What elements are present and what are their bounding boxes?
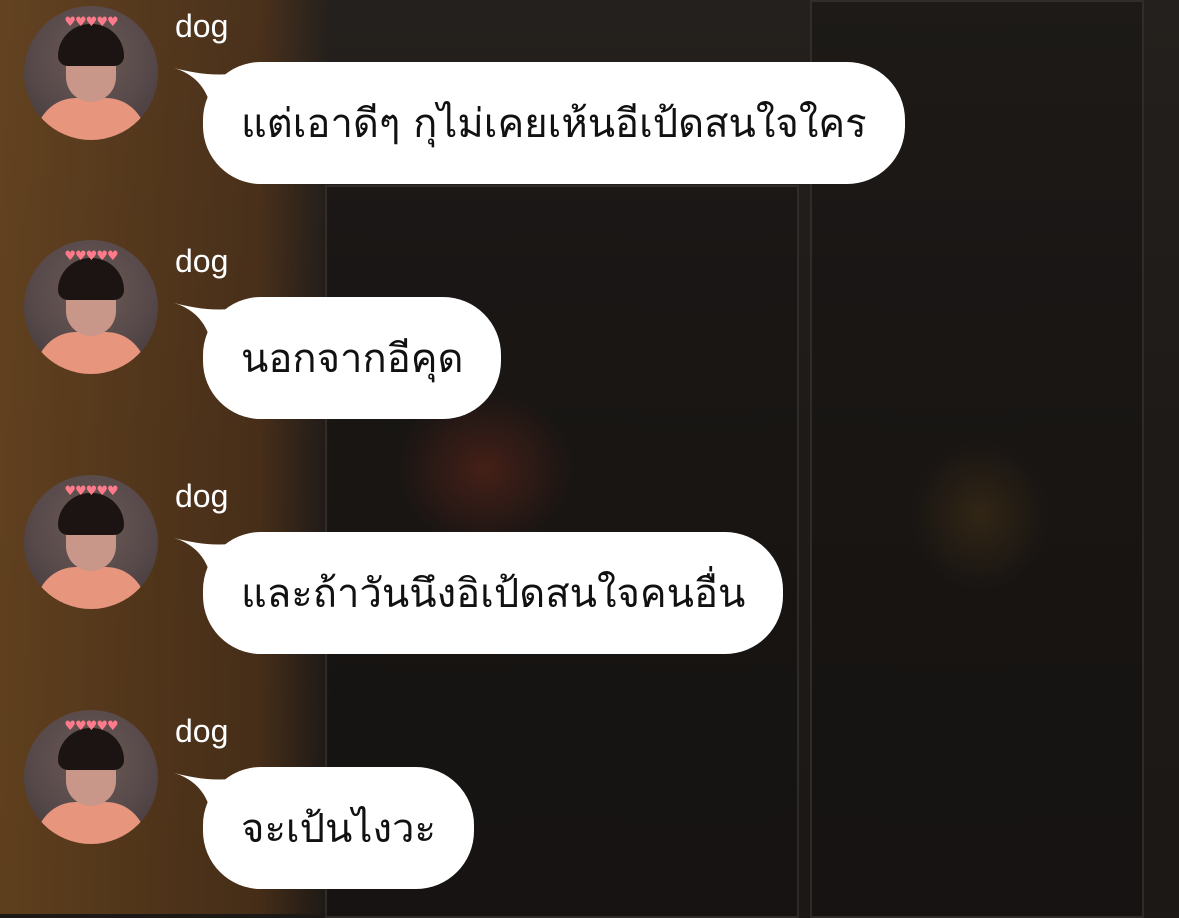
heart-crown-icon: ♥♥♥♥♥ (64, 15, 118, 30)
avatar[interactable]: ♥♥♥♥♥ (24, 240, 158, 374)
message-bubble[interactable]: นอกจากอีคุด (203, 297, 502, 419)
heart-crown-icon: ♥♥♥♥♥ (64, 484, 118, 499)
avatar[interactable]: ♥♥♥♥♥ (24, 475, 158, 609)
heart-crown-icon: ♥♥♥♥♥ (64, 249, 118, 264)
sender-name: dog (175, 243, 229, 279)
avatar[interactable]: ♥♥♥♥♥ (24, 6, 158, 140)
heart-crown-icon: ♥♥♥♥♥ (64, 719, 118, 734)
message-bubble[interactable]: จะเป้นไงวะ (203, 767, 474, 889)
message-bubble[interactable]: แต่เอาดีๆ กุไม่เคยเห้นอีเป้ดสนใจใคร (203, 62, 905, 184)
sender-name: dog (175, 713, 229, 749)
message-bubble[interactable]: และถ้าวันนึงอิเป้ดสนใจคนอื่น (203, 532, 784, 654)
sender-name: dog (175, 478, 229, 514)
sender-name: dog (175, 8, 229, 44)
avatar[interactable]: ♥♥♥♥♥ (24, 710, 158, 844)
